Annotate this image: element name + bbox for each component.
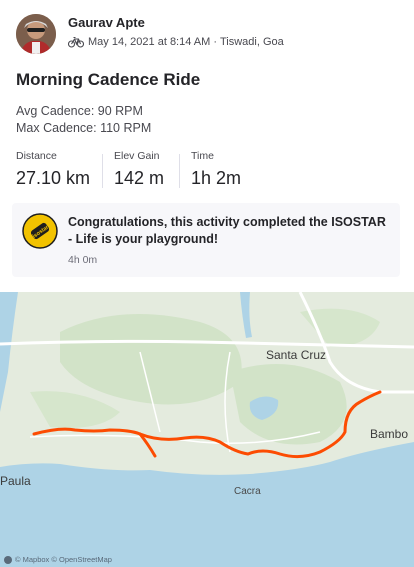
stat-label: Elev Gain <box>114 150 160 162</box>
mapbox-logo-icon <box>4 555 12 564</box>
stat-divider <box>102 154 103 188</box>
athlete-avatar[interactable] <box>16 14 56 54</box>
description-line: Max Cadence: 110 RPM <box>16 121 152 135</box>
challenge-card[interactable]: isostar Congratulations, this activity c… <box>12 203 400 277</box>
activity-description: Avg Cadence: 90 RPM Max Cadence: 110 RPM <box>16 103 151 137</box>
stat-value: 27.10 km <box>16 168 91 188</box>
athlete-name[interactable]: Gaurav Apte <box>68 15 145 30</box>
stat-elev-gain: Elev Gain 142 m <box>114 150 164 189</box>
attribution-text: © Mapbox © OpenStreetMap <box>15 555 112 564</box>
activity-stats: Distance 27.10 km Elev Gain 142 m Time 1… <box>16 150 396 192</box>
activity-meta: May 14, 2021 at 8:14 AM · Tiswadi, Goa <box>68 36 284 48</box>
map-label-santa-cruz: Santa Cruz <box>266 348 327 362</box>
bike-icon <box>68 36 84 48</box>
challenge-text: Congratulations, this activity completed… <box>68 215 386 246</box>
route-map[interactable]: Santa Cruz Bambo Paula Cacra © Mapbox © … <box>0 292 414 567</box>
map-label-paula: Paula <box>0 474 31 488</box>
stat-value: 1h 2m <box>191 168 242 188</box>
activity-title[interactable]: Morning Cadence Ride <box>16 70 200 90</box>
map-label-cacra: Cacra <box>234 486 261 497</box>
isostar-badge-icon: isostar <box>22 213 58 249</box>
stat-label: Distance <box>16 150 57 162</box>
stat-label: Time <box>191 150 214 162</box>
meta-separator: · <box>213 36 217 48</box>
activity-location: Tiswadi, Goa <box>219 36 284 48</box>
activity-header: Gaurav Apte May 14, 2021 at 8:14 AM · Ti… <box>16 14 406 54</box>
map-attribution[interactable]: © Mapbox © OpenStreetMap <box>4 555 112 564</box>
stat-time: Time 1h 2m <box>191 150 241 189</box>
stat-value: 142 m <box>114 168 165 188</box>
map-label-bambo: Bambo <box>370 427 409 441</box>
description-line: Avg Cadence: 90 RPM <box>16 104 143 118</box>
stat-divider <box>179 154 180 188</box>
challenge-time: 4h 0m <box>68 254 98 266</box>
stat-distance: Distance 27.10 km <box>16 150 90 189</box>
activity-date: May 14, 2021 at 8:14 AM <box>88 36 211 48</box>
